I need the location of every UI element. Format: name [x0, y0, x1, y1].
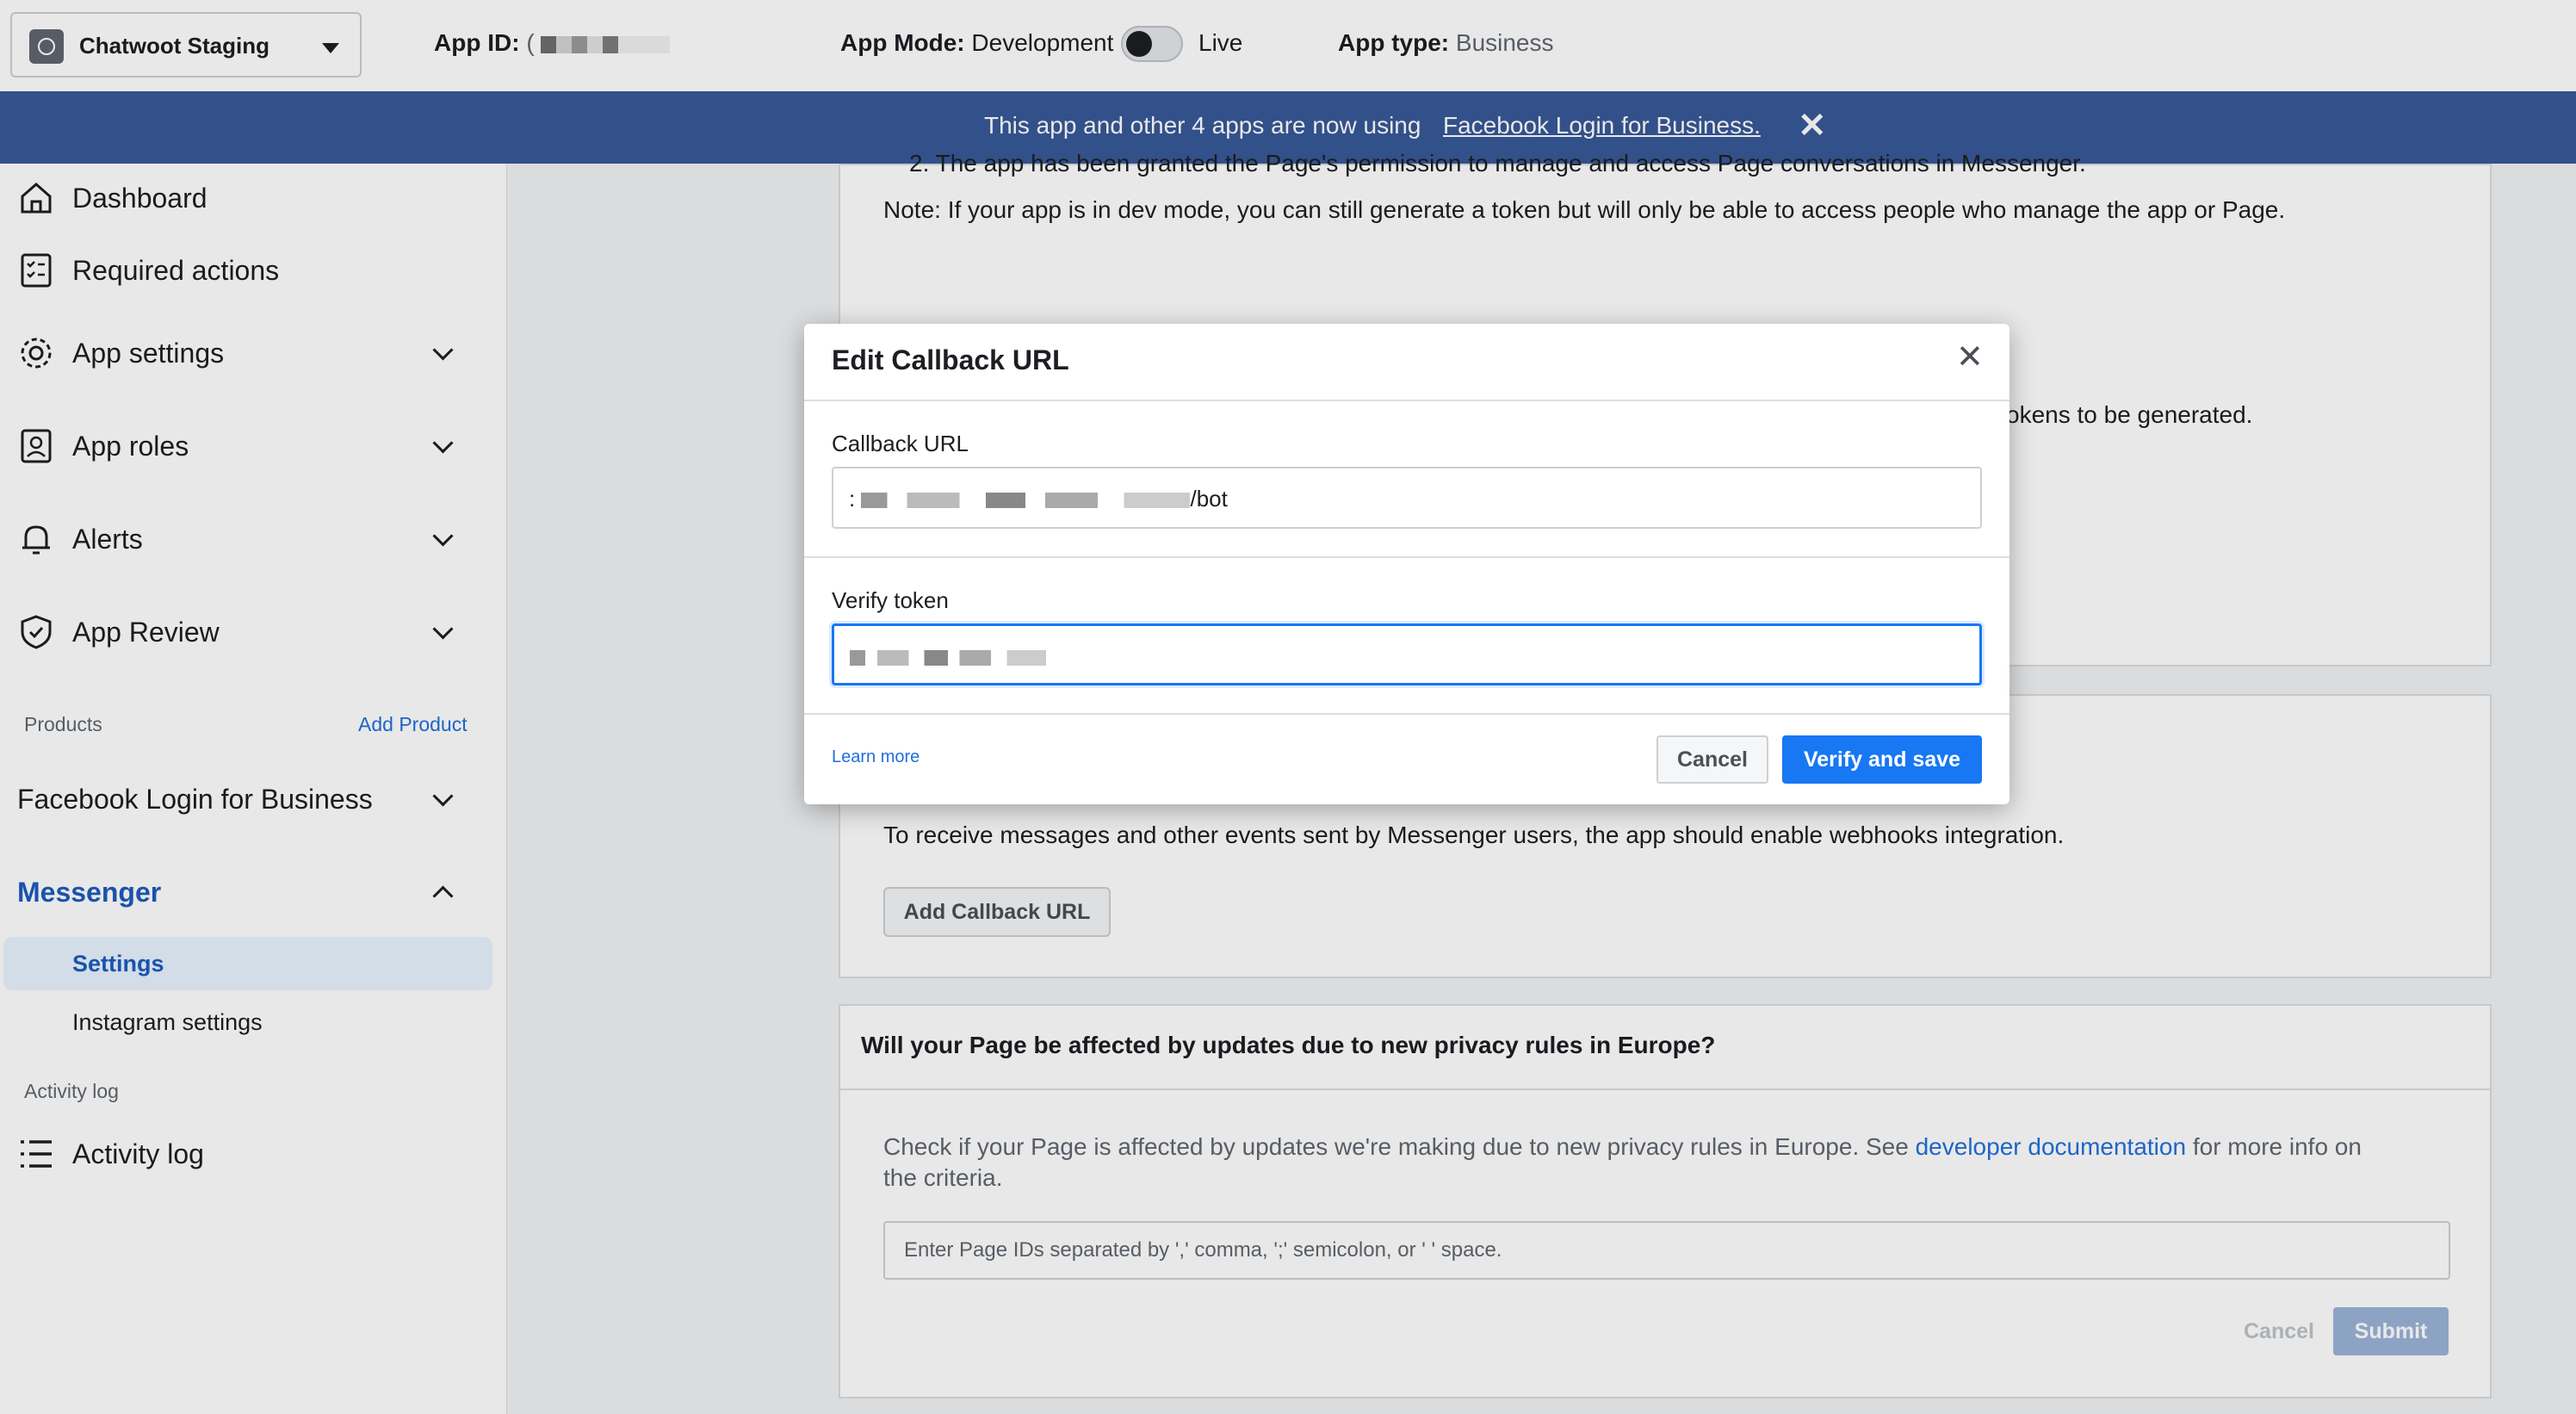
banner-close-icon[interactable]: ✕: [1798, 109, 1827, 143]
app-name: Chatwoot Staging: [79, 33, 269, 59]
sidebar-item-label: Facebook Login for Business: [17, 784, 373, 815]
app-type-label: App type:: [1338, 29, 1450, 56]
activity-log-section-label: Activity log: [24, 1080, 119, 1102]
sidebar-item-facebook-login[interactable]: Facebook Login for Business: [0, 765, 506, 834]
app-id: App ID: (: [434, 29, 671, 57]
dev-mode-note: Note: If your app is in dev mode, you ca…: [883, 196, 2286, 223]
divider: [804, 556, 2009, 558]
sidebar-item-label: Instagram settings: [72, 1009, 263, 1035]
shield-check-icon: [21, 615, 52, 649]
sidebar-item-app-review[interactable]: App Review: [0, 598, 506, 667]
close-icon[interactable]: ✕: [1956, 341, 1984, 374]
privacy-card-header: Will your Page be affected by updates du…: [840, 1006, 2490, 1090]
privacy-title: Will your Page be affected by updates du…: [861, 1032, 1716, 1058]
privacy-text-line2: the criteria.: [883, 1164, 1003, 1191]
chevron-down-icon: [432, 432, 454, 454]
sidebar-item-label: Settings: [72, 951, 164, 977]
divider: [804, 713, 2009, 715]
bell-icon: [22, 525, 50, 555]
page-ids-input[interactable]: Enter Page IDs separated by ',' comma, '…: [883, 1221, 2450, 1280]
home-icon: [21, 183, 52, 214]
sidebar-item-alerts[interactable]: Alerts: [0, 505, 506, 574]
live-mode-toggle[interactable]: [1121, 26, 1183, 62]
privacy-description: Check if your Page is affected by update…: [883, 1132, 2433, 1194]
callback-url-prefix: :: [849, 486, 856, 512]
list-icon: [21, 1140, 52, 1168]
chevron-down-icon: [432, 618, 454, 640]
app-type: App type: Business: [1338, 29, 1554, 57]
app-switcher-dropdown[interactable]: Chatwoot Staging: [10, 12, 362, 78]
sidebar-item-settings[interactable]: Settings: [3, 937, 492, 990]
webhooks-text: To receive messages and other events sen…: [883, 822, 2065, 848]
privacy-cancel-button[interactable]: Cancel: [2244, 1319, 2314, 1344]
chevron-up-icon: [432, 885, 454, 907]
top-bar: Chatwoot Staging App ID: ( App Mode: Dev…: [0, 0, 2576, 92]
edit-callback-url-dialog: Edit Callback URL ✕ Callback URL : /bot …: [804, 324, 2009, 804]
chevron-down-icon: [432, 785, 454, 807]
cancel-button[interactable]: Cancel: [1656, 735, 1768, 784]
sidebar-item-dashboard[interactable]: Dashboard: [0, 164, 506, 233]
sidebar-item-required-actions[interactable]: Required actions: [0, 236, 506, 305]
sidebar-item-label: Dashboard: [72, 183, 207, 214]
sidebar-item-messenger[interactable]: Messenger: [0, 858, 506, 927]
verify-token-value: [850, 643, 1046, 670]
toggle-knob: [1126, 31, 1152, 57]
banner-text: This app and other 4 apps are now using: [984, 112, 1421, 139]
add-product-link[interactable]: Add Product: [358, 713, 468, 736]
callback-url-suffix: /bot: [1190, 486, 1228, 512]
divider: [804, 400, 2009, 401]
verify-token-input[interactable]: [832, 623, 1982, 685]
sidebar: Dashboard Required actions App settings …: [0, 164, 507, 1414]
sidebar-item-label: App settings: [72, 338, 225, 369]
sidebar-item-app-settings[interactable]: App settings: [0, 319, 506, 388]
redacted-token: [850, 650, 1046, 667]
banner-link[interactable]: Facebook Login for Business.: [1443, 112, 1761, 140]
caret-down-icon: [322, 43, 339, 53]
learn-more-link[interactable]: Learn more: [832, 747, 920, 767]
granted-text: 2. The app has been granted the Page's p…: [909, 150, 2086, 177]
sidebar-item-activity-log[interactable]: Activity log: [0, 1119, 506, 1188]
verify-and-save-button[interactable]: Verify and save: [1782, 735, 1982, 784]
privacy-submit-button[interactable]: Submit: [2333, 1307, 2449, 1355]
app-id-value: (: [526, 29, 535, 56]
callback-url-value: : /bot: [849, 486, 1228, 512]
redacted-app-id: [541, 35, 671, 53]
dialog-title: Edit Callback URL: [832, 344, 1069, 375]
privacy-card: Will your Page be affected by updates du…: [839, 1004, 2492, 1398]
person-badge-icon: [21, 429, 52, 463]
callback-url-label: Callback URL: [832, 431, 969, 456]
chevron-down-icon: [432, 339, 454, 361]
privacy-text: Check if your Page is affected by update…: [883, 1133, 1909, 1160]
checklist-icon: [21, 253, 52, 288]
add-callback-url-button[interactable]: Add Callback URL: [883, 887, 1111, 937]
sidebar-item-instagram-settings[interactable]: Instagram settings: [3, 995, 492, 1049]
app-mode: App Mode: Development: [840, 29, 1113, 57]
app-mode-label: App Mode:: [840, 29, 965, 56]
sidebar-item-label: Messenger: [17, 877, 162, 908]
sidebar-item-label: Alerts: [72, 524, 143, 555]
gear-icon: [21, 338, 52, 369]
live-label: Live: [1198, 29, 1243, 56]
sidebar-item-label: Activity log: [72, 1138, 204, 1169]
app-mode-value: Development: [971, 29, 1114, 56]
app-type-value: Business: [1455, 29, 1554, 56]
developer-documentation-link[interactable]: developer documentation: [1916, 1133, 2186, 1160]
callback-url-input[interactable]: : /bot: [832, 467, 1982, 529]
sidebar-item-label: App Review: [72, 617, 220, 648]
sidebar-item-label: Required actions: [72, 255, 280, 286]
tokens-text: okens to be generated.: [2006, 401, 2253, 428]
redacted-url: [861, 493, 1191, 509]
chevron-down-icon: [432, 525, 454, 547]
app-id-label: App ID:: [434, 29, 520, 56]
sidebar-item-label: App roles: [72, 431, 189, 462]
sidebar-item-app-roles[interactable]: App roles: [0, 412, 506, 481]
verify-token-label: Verify token: [832, 587, 949, 613]
products-section-label: Products: [24, 713, 102, 735]
app-icon: [29, 29, 64, 64]
privacy-text-after: for more info on: [2192, 1133, 2362, 1160]
